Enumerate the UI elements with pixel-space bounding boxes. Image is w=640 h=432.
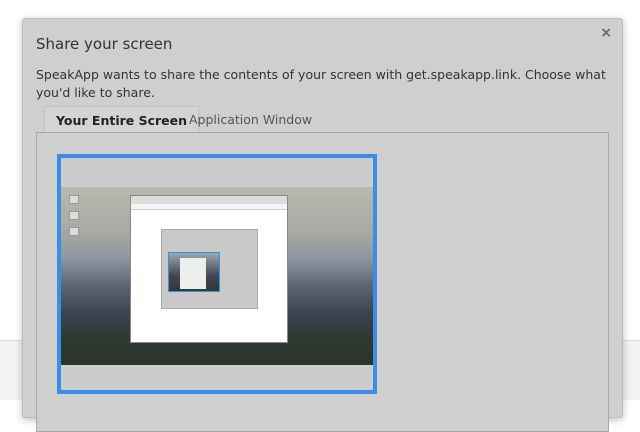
dialog-title: Share your screen: [36, 35, 173, 53]
dialog-description: SpeakApp wants to share the contents of …: [36, 67, 606, 100]
desktop-icon: [69, 195, 79, 204]
desktop-icon: [69, 211, 79, 220]
source-panel: [36, 132, 609, 432]
desktop-icon: [69, 227, 79, 236]
tab-entire-screen[interactable]: Your Entire Screen: [44, 106, 200, 133]
screen-thumbnail[interactable]: [57, 154, 377, 394]
tab-application-window[interactable]: Application Window: [178, 106, 323, 133]
close-icon[interactable]: ×: [600, 25, 612, 41]
browser-window-preview: [130, 195, 288, 343]
share-screen-dialog: × Share your screen SpeakApp wants to sh…: [22, 18, 623, 432]
desktop-preview: [61, 187, 373, 365]
nested-dialog-preview: [161, 229, 258, 309]
